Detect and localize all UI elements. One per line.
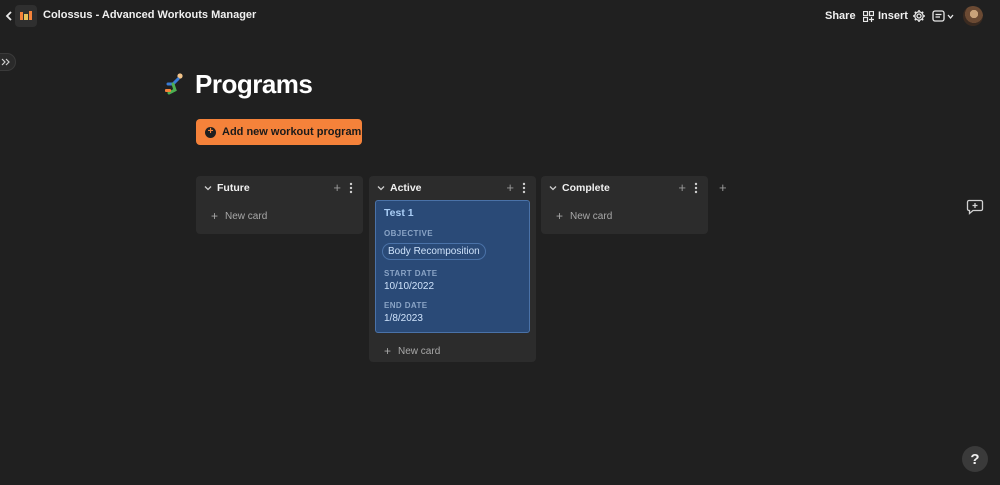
board-column-active: Active + Test 1 OBJECTIVE Body Recomposi…: [369, 176, 536, 362]
person-exercising-icon: [165, 73, 183, 95]
objective-label: OBJECTIVE: [384, 229, 433, 238]
new-card-label: New card: [398, 345, 441, 357]
gear-icon: [913, 10, 925, 22]
app-title: Colossus - Advanced Workouts Manager: [43, 9, 257, 21]
more-vertical-icon[interactable]: [521, 182, 527, 194]
chevron-down-icon[interactable]: [376, 183, 386, 193]
column-title: Active: [390, 182, 422, 194]
start-date-value: 10/10/2022: [384, 281, 435, 292]
settings-button[interactable]: [912, 9, 926, 23]
column-header: Active +: [369, 176, 536, 200]
new-card-button[interactable]: + New card: [196, 201, 363, 231]
add-card-icon[interactable]: +: [678, 181, 686, 195]
add-card-icon[interactable]: +: [333, 181, 341, 195]
document-icon: [932, 9, 945, 22]
add-comment-button[interactable]: [966, 199, 984, 215]
new-card-label: New card: [225, 210, 268, 222]
add-workout-program-button[interactable]: + Add new workout program: [196, 119, 362, 145]
board-column-complete: Complete + + New card: [541, 176, 708, 234]
chevron-left-icon: [5, 11, 12, 21]
insert-label: Insert: [878, 10, 908, 22]
column-header: Future +: [196, 176, 363, 200]
insert-button[interactable]: Insert: [863, 8, 908, 24]
help-button[interactable]: ?: [962, 446, 988, 472]
back-button[interactable]: [3, 8, 15, 24]
add-card-icon[interactable]: +: [506, 181, 514, 195]
chevron-down-icon[interactable]: [203, 183, 213, 193]
column-title: Complete: [562, 182, 610, 194]
view-options-button[interactable]: [932, 9, 956, 23]
new-card-button[interactable]: + New card: [369, 336, 536, 366]
comment-plus-icon: [966, 199, 984, 215]
end-date-value: 1/8/2023: [384, 313, 423, 324]
plus-icon: +: [556, 209, 564, 223]
page-emoji-icon[interactable]: [163, 72, 187, 96]
start-date-label: START DATE: [384, 269, 438, 278]
chevron-down-icon[interactable]: [548, 183, 558, 193]
add-program-label: Add new workout program: [222, 126, 362, 138]
new-card-label: New card: [570, 210, 613, 222]
app-icon[interactable]: [15, 5, 37, 27]
chevron-down-icon: [947, 14, 954, 19]
top-bar: Colossus - Advanced Workouts Manager Sha…: [0, 0, 1000, 32]
board-column-future: Future + + New card: [196, 176, 363, 234]
double-chevron-right-icon: [1, 58, 10, 66]
add-column-button[interactable]: +: [719, 181, 727, 195]
new-card-button[interactable]: + New card: [541, 201, 708, 231]
plus-icon: +: [211, 209, 219, 223]
card-title: Test 1: [384, 207, 414, 219]
sidebar-expand-button[interactable]: [0, 53, 16, 71]
column-title: Future: [217, 182, 250, 194]
column-header: Complete +: [541, 176, 708, 200]
objective-tag: Body Recomposition: [382, 243, 486, 260]
page-title: Programs: [195, 69, 313, 99]
share-button[interactable]: Share: [825, 10, 856, 22]
plus-circle-icon: +: [205, 126, 216, 138]
end-date-label: END DATE: [384, 301, 428, 310]
more-vertical-icon[interactable]: [693, 182, 699, 194]
plus-icon: +: [384, 344, 392, 358]
user-avatar[interactable]: [963, 6, 983, 26]
grid-icon: [863, 10, 874, 22]
more-vertical-icon[interactable]: [348, 182, 354, 194]
program-card[interactable]: Test 1 OBJECTIVE Body Recomposition STAR…: [375, 200, 530, 333]
app-logo-icon: [20, 11, 32, 20]
